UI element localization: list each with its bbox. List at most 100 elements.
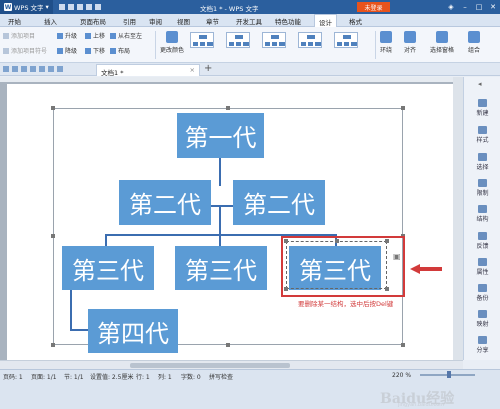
demote-button[interactable]: 降级: [57, 46, 77, 55]
tab-insert[interactable]: 插入: [44, 16, 57, 26]
move-down-button[interactable]: 下移: [85, 46, 105, 55]
style-thumb-1[interactable]: [190, 32, 214, 48]
layout-label: 布局: [118, 48, 131, 55]
connector: [105, 234, 107, 246]
resize-handle[interactable]: [226, 106, 230, 110]
node-level3-left[interactable]: 第三代: [62, 246, 154, 290]
style-icon: [478, 126, 487, 134]
tab-review[interactable]: 审阅: [149, 16, 162, 26]
side-item-feedback[interactable]: 反馈: [464, 232, 500, 250]
instruction-callout: 要删除某一结构，选中后按Del键: [298, 300, 394, 308]
connector: [211, 205, 233, 207]
zoom-level[interactable]: 220 %: [392, 372, 411, 379]
side-item-share[interactable]: 分享: [464, 336, 500, 354]
pdf-icon[interactable]: [21, 66, 27, 72]
document-tab[interactable]: 文档1 * ×: [96, 64, 200, 77]
redo-icon[interactable]: [94, 4, 101, 10]
spell-check-button[interactable]: 拼写检查: [209, 372, 233, 381]
open-icon[interactable]: [67, 4, 74, 10]
side-item-style[interactable]: 样式: [464, 126, 500, 144]
tab-chapter[interactable]: 章节: [206, 16, 219, 26]
side-panel: ◂ 新建 样式 选择 限制 结构 反馈 属性 备份 映射 分享: [463, 77, 500, 360]
resize-handle[interactable]: [51, 106, 55, 110]
tab-page-layout[interactable]: 页面布局: [80, 16, 106, 26]
print-icon[interactable]: [30, 66, 36, 72]
scroll-thumb[interactable]: [130, 363, 290, 368]
status-words: 字数: 0: [181, 374, 201, 381]
right-to-left-label: 从右至左: [118, 33, 143, 40]
side-item-new[interactable]: 新建: [464, 99, 500, 117]
tab-developer[interactable]: 开发工具: [236, 16, 262, 26]
horizontal-scrollbar[interactable]: [0, 360, 463, 369]
open-folder-icon[interactable]: [3, 66, 9, 72]
resize-handle[interactable]: [401, 343, 405, 347]
style-thumb-3[interactable]: [262, 32, 286, 48]
resize-handle[interactable]: [226, 343, 230, 347]
tab-view[interactable]: 视图: [177, 16, 190, 26]
add-shape-button[interactable]: 添加项目: [3, 31, 35, 40]
status-col: 列: 1: [158, 374, 172, 381]
style-thumb-4[interactable]: [298, 32, 322, 48]
tab-features[interactable]: 特色功能: [275, 16, 301, 26]
share-icon: [478, 336, 487, 344]
style-thumb-5[interactable]: [334, 32, 358, 48]
close-icon[interactable]: ✕: [486, 0, 500, 14]
login-button[interactable]: 未登录: [357, 2, 390, 12]
zoom-slider-handle[interactable]: [447, 371, 451, 378]
promote-label: 升级: [65, 33, 78, 40]
select-pane-button[interactable]: 选择窗格: [430, 31, 454, 54]
resize-handle[interactable]: [51, 234, 55, 238]
undo-icon[interactable]: [48, 66, 54, 72]
side-item-label: 反馈: [476, 243, 489, 250]
vertical-scrollbar[interactable]: [453, 77, 463, 360]
tab-format[interactable]: 格式: [349, 16, 362, 26]
app-menu-button[interactable]: W WPS 文字 ▾: [0, 0, 53, 14]
promote-button[interactable]: 升级: [57, 31, 77, 40]
change-colors-button[interactable]: 更改颜色: [160, 31, 184, 54]
redo-icon[interactable]: [57, 66, 63, 72]
side-item-restrict[interactable]: 限制: [464, 179, 500, 197]
skin-icon[interactable]: ◈: [444, 0, 458, 14]
connector: [70, 288, 72, 330]
side-item-select[interactable]: 选择: [464, 153, 500, 171]
side-item-map[interactable]: 映射: [464, 310, 500, 328]
tab-home[interactable]: 开始: [8, 16, 21, 26]
side-item-property[interactable]: 属性: [464, 258, 500, 276]
resize-handle[interactable]: [401, 106, 405, 110]
node-level3-mid[interactable]: 第三代: [175, 246, 267, 290]
save-icon[interactable]: [58, 4, 65, 10]
node-level1[interactable]: 第一代: [177, 113, 264, 158]
minimize-icon[interactable]: –: [458, 0, 472, 14]
maximize-icon[interactable]: □: [472, 0, 486, 14]
new-tab-icon[interactable]: +: [204, 63, 212, 74]
node-level4[interactable]: 第四代: [88, 309, 178, 353]
style-thumb-2[interactable]: [226, 32, 250, 48]
add-shape-label: 添加项目: [11, 33, 36, 40]
save-icon[interactable]: [12, 66, 18, 72]
resize-handle[interactable]: [51, 343, 55, 347]
side-item-backup[interactable]: 备份: [464, 284, 500, 302]
combine-label: 组合: [468, 47, 481, 54]
close-tab-icon[interactable]: ×: [190, 66, 195, 74]
wrap-button[interactable]: 环绕: [380, 31, 392, 54]
move-up-button[interactable]: 上移: [85, 31, 105, 40]
layout-options-icon[interactable]: ▣: [393, 252, 401, 261]
undo-icon[interactable]: [85, 4, 92, 10]
tab-references[interactable]: 引用: [123, 16, 136, 26]
node-level2-right[interactable]: 第二代: [233, 180, 325, 225]
align-button[interactable]: 对齐: [404, 31, 416, 54]
new-icon: [478, 99, 487, 107]
print-icon[interactable]: [76, 4, 83, 10]
add-bullet-label: 添加项目符号: [11, 48, 48, 55]
ribbon-divider: [375, 31, 376, 59]
demote-label: 降级: [65, 48, 78, 55]
node-level2-left[interactable]: 第二代: [119, 180, 211, 225]
layout-button[interactable]: 布局: [110, 46, 130, 55]
side-item-structure[interactable]: 结构: [464, 205, 500, 223]
add-bullet-button[interactable]: 添加项目符号: [3, 46, 47, 55]
right-to-left-button[interactable]: 从右至左: [110, 31, 142, 40]
combine-button[interactable]: 组合: [468, 31, 480, 54]
preview-icon[interactable]: [39, 66, 45, 72]
collapse-icon[interactable]: ◂: [478, 80, 482, 88]
tab-design[interactable]: 设计: [314, 14, 337, 27]
